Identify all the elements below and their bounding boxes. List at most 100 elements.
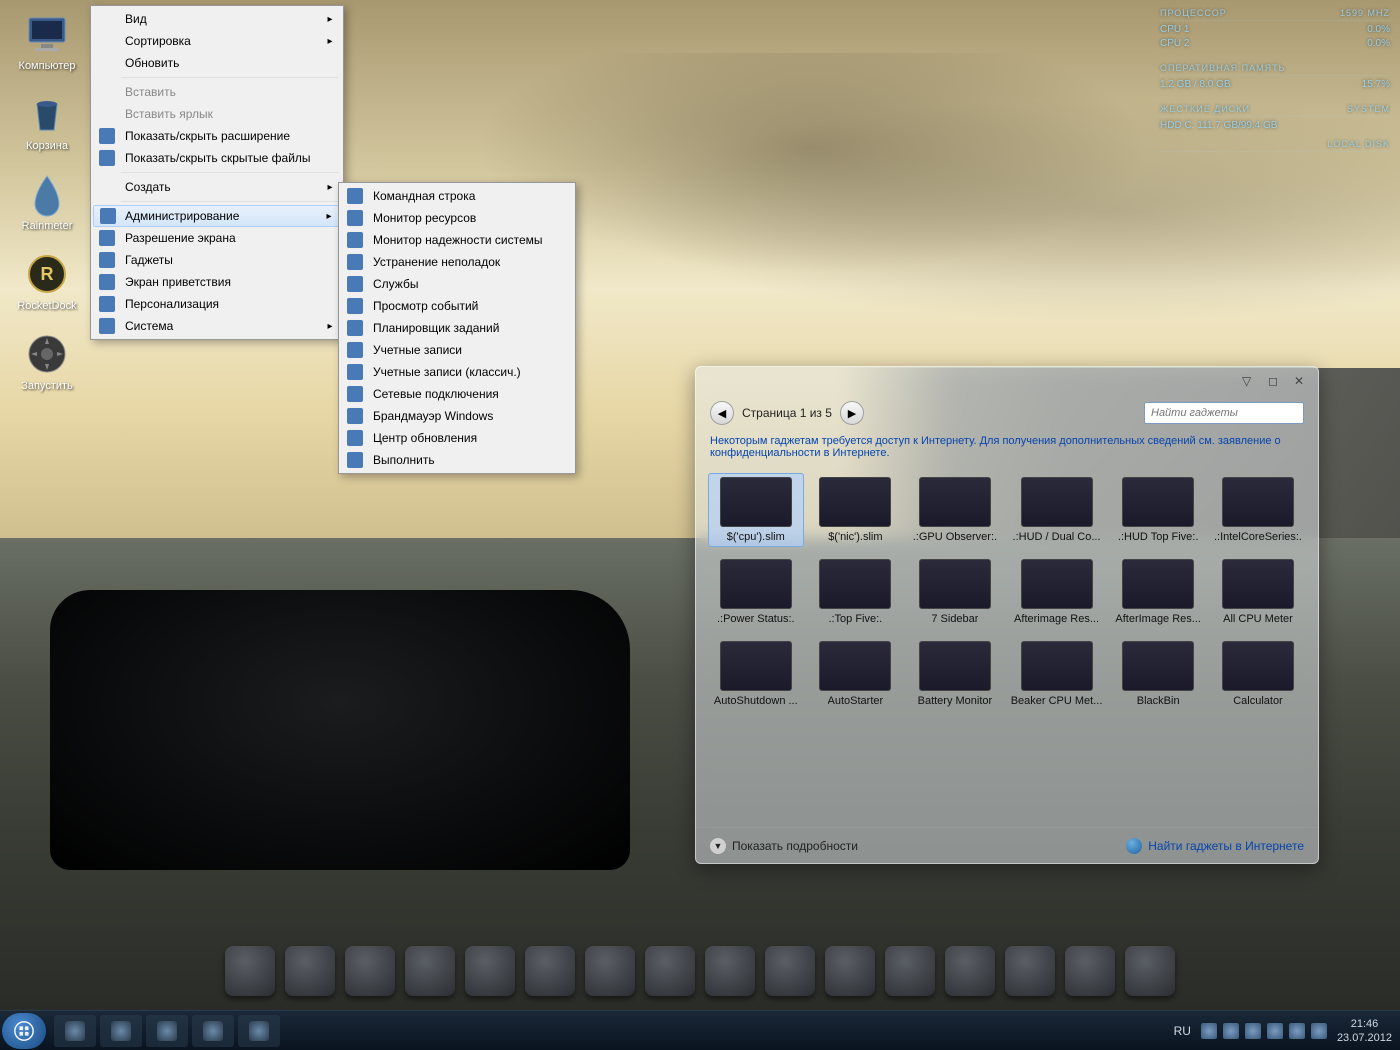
prev-page-button[interactable]: ◀	[710, 401, 734, 425]
gadget-item[interactable]: Calculator	[1210, 637, 1306, 711]
desktop-icon-rainmeter[interactable]: Rainmeter	[8, 170, 86, 232]
dock-item[interactable]	[825, 946, 875, 996]
gadget-thumbnail	[1021, 641, 1093, 691]
dock-item[interactable]	[705, 946, 755, 996]
close-icon[interactable]: ✕	[1294, 374, 1308, 388]
submenu-arrow-icon: ▸	[328, 182, 333, 193]
gadget-item[interactable]: AutoStarter	[808, 637, 904, 711]
desktop-icon-run[interactable]: Запустить	[8, 330, 86, 392]
submenu-item[interactable]: Монитор ресурсов	[341, 207, 573, 229]
gadget-item[interactable]: 7 Sidebar	[907, 555, 1003, 629]
dock-item[interactable]	[405, 946, 455, 996]
dock-item[interactable]	[645, 946, 695, 996]
gadget-item[interactable]: $('nic').slim	[808, 473, 904, 547]
taskbar-item[interactable]	[100, 1015, 142, 1047]
menu-item[interactable]: Разрешение экрана	[93, 227, 341, 249]
rainmeter-hud: ПРОЦЕССОР1599 MHZ CPU 10.0% CPU 20.0% ОП…	[1160, 6, 1390, 162]
menu-item[interactable]: Персонализация	[93, 293, 341, 315]
submenu-item[interactable]: Сетевые подключения	[341, 383, 573, 405]
gadget-item[interactable]: Beaker CPU Met...	[1007, 637, 1107, 711]
gadget-item[interactable]: .:IntelCoreSeries:.	[1210, 473, 1306, 547]
tray-icon[interactable]	[1311, 1023, 1327, 1039]
menu-item[interactable]: Администрирование▸	[93, 205, 341, 227]
menu-item-icon	[100, 208, 116, 224]
tray-icon[interactable]	[1289, 1023, 1305, 1039]
gadget-thumbnail	[819, 477, 891, 527]
gadget-item[interactable]: .:Power Status:.	[708, 555, 804, 629]
gadget-item[interactable]: .:Top Five:.	[808, 555, 904, 629]
taskbar-item[interactable]	[146, 1015, 188, 1047]
dock-item[interactable]	[945, 946, 995, 996]
submenu-item[interactable]: Учетные записи (классич.)	[341, 361, 573, 383]
dock-item[interactable]	[1125, 946, 1175, 996]
submenu-item[interactable]: Просмотр событий	[341, 295, 573, 317]
gadget-item[interactable]: AfterImage Res...	[1110, 555, 1206, 629]
dock-item[interactable]	[465, 946, 515, 996]
start-button[interactable]	[2, 1013, 46, 1049]
submenu-item[interactable]: Учетные записи	[341, 339, 573, 361]
dock-item[interactable]	[525, 946, 575, 996]
gadget-item[interactable]: BlackBin	[1110, 637, 1206, 711]
taskbar-item[interactable]	[238, 1015, 280, 1047]
dock-item[interactable]	[1065, 946, 1115, 996]
submenu-item[interactable]: Брандмауэр Windows	[341, 405, 573, 427]
menu-item[interactable]: Гаджеты	[93, 249, 341, 271]
gadget-item[interactable]: AutoShutdown ...	[708, 637, 804, 711]
minimize-icon[interactable]: ▽	[1242, 374, 1256, 388]
menu-item[interactable]: Показать/скрыть скрытые файлы	[93, 147, 341, 169]
gadget-item[interactable]: .:HUD Top Five:.	[1110, 473, 1206, 547]
gadget-item[interactable]: Battery Monitor	[907, 637, 1003, 711]
dock-item[interactable]	[285, 946, 335, 996]
menu-item[interactable]: Показать/скрыть расширение	[93, 125, 341, 147]
submenu-item[interactable]: Устранение неполадок	[341, 251, 573, 273]
desktop-icon-recycle-bin[interactable]: Корзина	[8, 90, 86, 152]
gadget-thumbnail	[720, 477, 792, 527]
show-details-button[interactable]: ▼ Показать подробности	[710, 838, 858, 854]
dock-item[interactable]	[585, 946, 635, 996]
tray-icon[interactable]	[1245, 1023, 1261, 1039]
gadgets-window[interactable]: ▽ ◻ ✕ ◀ Страница 1 из 5 ▶ Некоторым гадж…	[695, 366, 1319, 864]
menu-item-icon	[99, 296, 115, 312]
tray-icon[interactable]	[1223, 1023, 1239, 1039]
menu-item[interactable]: Создать▸	[93, 176, 341, 198]
menu-item[interactable]: Экран приветствия	[93, 271, 341, 293]
menu-item-icon	[99, 318, 115, 334]
desktop-icon-computer[interactable]: Компьютер	[8, 10, 86, 72]
gadget-item[interactable]: All CPU Meter	[1210, 555, 1306, 629]
gadget-item[interactable]: .:GPU Observer:.	[907, 473, 1003, 547]
submenu-item[interactable]: Выполнить	[341, 449, 573, 471]
menu-item[interactable]: Вид▸	[93, 8, 341, 30]
gadget-item[interactable]: .:HUD / Dual Co...	[1007, 473, 1107, 547]
dock-item[interactable]	[345, 946, 395, 996]
gadget-item[interactable]: $('cpu').slim	[708, 473, 804, 547]
gadget-item[interactable]: Afterimage Res...	[1007, 555, 1107, 629]
dock-item[interactable]	[1005, 946, 1055, 996]
tray-icon[interactable]	[1201, 1023, 1217, 1039]
taskbar-item[interactable]	[54, 1015, 96, 1047]
dock-item[interactable]	[885, 946, 935, 996]
desktop-context-menu[interactable]: Вид▸Сортировка▸ОбновитьВставитьВставить …	[90, 5, 344, 340]
dock-item[interactable]	[765, 946, 815, 996]
taskbar-item[interactable]	[192, 1015, 234, 1047]
next-page-button[interactable]: ▶	[840, 401, 864, 425]
menu-item[interactable]: Система▸	[93, 315, 341, 337]
submenu-item-icon	[347, 232, 363, 248]
gadgets-privacy-notice[interactable]: Некоторым гаджетам требуется доступ к Ин…	[696, 431, 1318, 467]
submenu-item[interactable]: Планировщик заданий	[341, 317, 573, 339]
taskbar-clock[interactable]: 21:46 23.07.2012	[1337, 1017, 1392, 1045]
submenu-item[interactable]: Монитор надежности системы	[341, 229, 573, 251]
admin-submenu[interactable]: Командная строкаМонитор ресурсовМонитор …	[338, 182, 576, 474]
menu-item[interactable]: Сортировка▸	[93, 30, 341, 52]
submenu-item[interactable]: Командная строка	[341, 185, 573, 207]
language-indicator[interactable]: RU	[1174, 1024, 1191, 1038]
gadgets-search-input[interactable]	[1144, 402, 1304, 424]
submenu-item[interactable]: Центр обновления	[341, 427, 573, 449]
submenu-item[interactable]: Службы	[341, 273, 573, 295]
help-icon[interactable]: ◻	[1268, 374, 1282, 388]
menu-item[interactable]: Обновить	[93, 52, 341, 74]
dock-item[interactable]	[225, 946, 275, 996]
find-gadgets-online-link[interactable]: Найти гаджеты в Интернете	[1126, 838, 1304, 854]
tray-icon[interactable]	[1267, 1023, 1283, 1039]
menu-item-icon	[99, 128, 115, 144]
desktop-icon-rocketdock[interactable]: RRocketDock	[8, 250, 86, 312]
